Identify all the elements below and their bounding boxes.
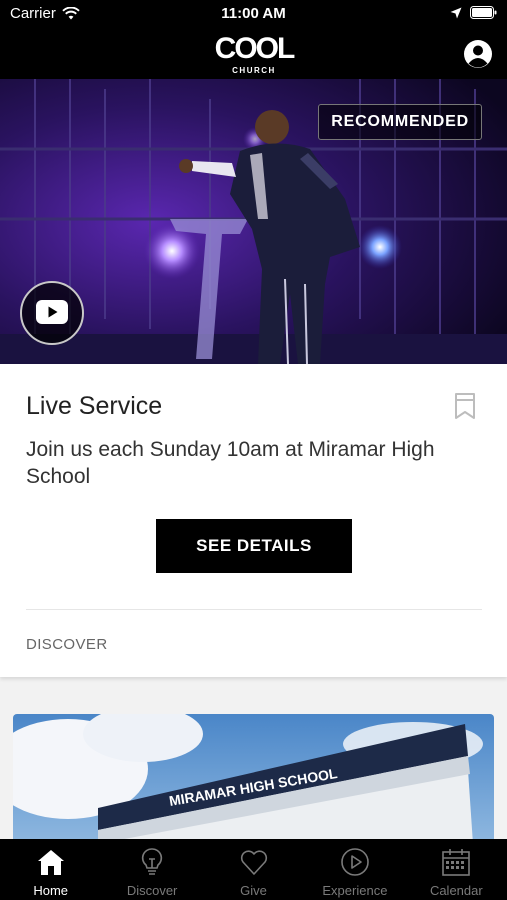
battery-icon [470,6,497,19]
live-service-card: Live Service Join us each Sunday 10am at… [0,364,507,677]
heart-icon [240,850,267,875]
tab-calendar-label: Calendar [429,883,483,898]
video-play-button[interactable] [20,281,84,345]
tab-discover-label: Discover [126,883,178,898]
user-circle-icon[interactable] [463,39,493,69]
hero-banner[interactable]: RECOMMENDED [0,79,507,364]
discover-section-label: DISCOVER [26,636,108,653]
tab-home[interactable]: Home [0,839,101,900]
tab-discover[interactable]: Discover [101,839,202,900]
tab-home-label: Home [33,883,69,898]
recommended-badge: RECOMMENDED [318,104,482,140]
tab-experience[interactable]: Experience [304,839,405,900]
tab-calendar[interactable]: Calendar [406,839,507,900]
youtube-play-icon [36,300,68,324]
home-icon [37,850,64,875]
see-details-button[interactable]: SEE DETAILS [156,519,352,573]
status-icons [450,6,497,19]
lightbulb-icon [142,848,163,875]
play-circle-icon [341,848,369,876]
clock: 11:00 AM [221,5,286,22]
tab-bar: Home Discover Give Experience Calendar [0,839,507,900]
tab-give-label: Give [240,883,267,898]
divider [26,609,482,610]
card-description: Join us each Sunday 10am at Miramar High… [26,438,435,488]
cool-church-logo: COOL CHURCH [215,32,297,75]
status-bar: Carrier 11:00 AM [0,0,507,28]
app-header: COOL CHURCH [0,28,507,79]
tab-give[interactable]: Give [203,839,304,900]
location-arrow-icon [450,7,462,18]
card-title: Live Service [26,392,163,420]
tab-experience-label: Experience [322,883,388,898]
svg-text:COOL: COOL [215,32,295,65]
svg-text:CHURCH: CHURCH [232,66,276,75]
calendar-icon [442,849,471,876]
discover-card[interactable]: MIRAMAR HIGH SCHOOL [13,714,494,844]
bookmark-icon[interactable] [453,392,477,420]
school-building-image: MIRAMAR HIGH SCHOOL [13,714,494,844]
